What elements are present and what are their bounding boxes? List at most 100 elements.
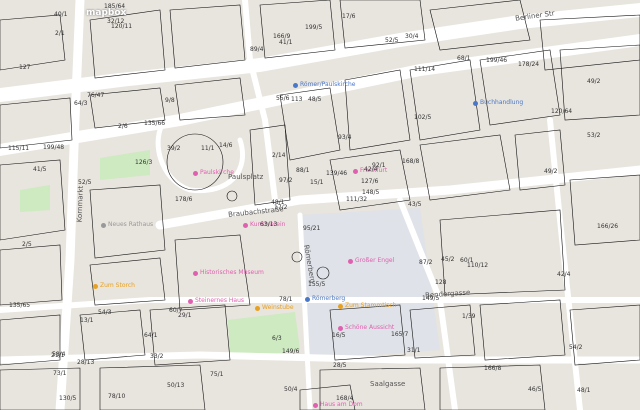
parcel-number-label: 149/6	[282, 348, 300, 355]
parcel-number-label: 14/6	[219, 142, 233, 149]
parcel-number-label: 43/5	[408, 201, 422, 208]
parcel-number-label: 40/1	[54, 11, 68, 18]
parcel-number-label: 31/1	[407, 347, 421, 354]
parcel-number-label: 199/46	[486, 57, 508, 64]
parcel-number-label: 113	[291, 96, 303, 103]
parcel-number-label: 30/4	[405, 33, 419, 40]
parcel-number-label: 60/7	[169, 307, 183, 314]
poi-pin-icon[interactable]	[305, 297, 310, 302]
parcel-number-label: 155/5	[308, 281, 326, 288]
parcel-number-label: 2/6	[118, 123, 128, 130]
parcel-number-label: 128	[435, 279, 447, 286]
poi-label[interactable]: Haus am Dom	[320, 402, 363, 408]
parcel-number-label: 178/24	[518, 61, 540, 68]
poi-pin-icon[interactable]	[193, 271, 198, 276]
poi-label[interactable]: Römerberg	[312, 296, 345, 302]
poi-pin-icon[interactable]	[473, 101, 478, 106]
parcel-number-label: 111/14	[414, 66, 436, 73]
parcel-number-label: 17/6	[342, 13, 356, 20]
parcel-number-label: 63/13	[260, 221, 278, 228]
parcel-number-label: 120/64	[551, 108, 573, 115]
poi-pin-icon[interactable]	[255, 306, 260, 311]
map-canvas[interactable]: mapbox Berliner Str Römerberg Braubachst…	[0, 0, 640, 410]
parcel-number-label: 49/2	[544, 168, 558, 175]
parcel-number-label: 199/5	[305, 24, 323, 31]
poi-label[interactable]: Historisches Museum	[200, 270, 264, 276]
poi-pin-icon[interactable]	[348, 259, 353, 264]
poi-pin-icon[interactable]	[101, 223, 106, 228]
poi-label[interactable]: Zum Storch	[100, 283, 135, 289]
parcel-number-label: 92/1	[372, 162, 386, 169]
poi-label[interactable]: Großer Engel	[355, 258, 394, 264]
parcel-number-label: 28/13	[77, 359, 95, 366]
parcel-number-label: 45/2	[441, 256, 455, 263]
parcel-number-label: 166/9	[273, 33, 291, 40]
parcel-number-label: 68/1	[457, 55, 471, 62]
parcel-number-label: 33/2	[150, 353, 164, 360]
parcel-number-label: 130/5	[59, 395, 77, 402]
poi-label[interactable]: Steinernes Haus	[195, 298, 244, 304]
parcel-number-label: 49/2	[587, 78, 601, 85]
parcel-number-label: 2/1	[55, 30, 65, 37]
parcel-number-label: 166/8	[484, 365, 502, 372]
parcel-number-label: 50/4	[284, 386, 298, 393]
parcel-number-label: 15/1	[310, 179, 324, 186]
poi-pin-icon[interactable]	[243, 223, 248, 228]
poi-pin-icon[interactable]	[313, 403, 318, 408]
parcel-number-label: 148/5	[362, 189, 380, 196]
parcel-number-label: 41/1	[279, 39, 293, 46]
parcel-number-label: 165/7	[391, 331, 409, 338]
parcel-number-label: 93/4	[338, 134, 352, 141]
parcel-number-label: 199/48	[43, 144, 65, 151]
parcel-number-label: 89/4	[250, 46, 264, 53]
parcel-number-label: 54/3	[98, 309, 112, 316]
parcel-number-label: 48/5	[308, 96, 322, 103]
parcel-number-label: 127/6	[361, 178, 379, 185]
parcel-number-label: 64/1	[144, 332, 158, 339]
parcel-number-label: 95/21	[303, 225, 321, 232]
parcel-number-label: 75/1	[210, 371, 224, 378]
parcel-number-label: 127	[19, 64, 31, 71]
parcel-number-label: 185/64	[104, 3, 126, 10]
poi-pin-icon[interactable]	[293, 83, 298, 88]
parcel-number-label: 111/32	[346, 196, 368, 203]
poi-label[interactable]: Paulskirche	[200, 170, 234, 176]
parcel-number-label: 73/1	[53, 370, 67, 377]
poi-pin-icon[interactable]	[93, 284, 98, 289]
poi-label[interactable]: Römer/Paulskirche	[300, 82, 356, 88]
poi-label[interactable]: Neues Rathaus	[108, 222, 153, 228]
parcel-number-label: 168/8	[402, 158, 420, 165]
parcel-number-label: 1/39	[462, 313, 476, 320]
poi-label[interactable]: Zum Stammtisch	[345, 303, 396, 309]
parcel-number-label: 88/1	[296, 167, 310, 174]
parcel-number-label: 9/8	[165, 97, 175, 104]
street-label-kornmarkt: Kornmarkt	[75, 185, 85, 223]
poi-pin-icon[interactable]	[338, 304, 343, 309]
poi-label[interactable]: Buchhandlung	[480, 100, 523, 106]
poi-label[interactable]: Weinstube	[262, 305, 294, 311]
parcel-number-label: 6/3	[272, 335, 282, 342]
parcel-number-label: 2/5	[22, 241, 32, 248]
poi-pin-icon[interactable]	[188, 299, 193, 304]
parcel-number-label: 42/4	[557, 271, 571, 278]
poi-pin-icon[interactable]	[193, 171, 198, 176]
parcel-number-label: 52/5	[385, 37, 399, 44]
street-label-saalgasse: Saalgasse	[370, 380, 406, 388]
parcel-number-label: 87/2	[419, 259, 433, 266]
parcel-number-label: 55/6	[276, 95, 290, 102]
parcel-number-label: 149/5	[422, 295, 440, 302]
parcel-number-label: 32/12	[107, 18, 125, 25]
poi-pin-icon[interactable]	[338, 326, 343, 331]
parcel-number-label: 139/46	[326, 170, 348, 177]
parcel-number-label: 54/2	[569, 344, 583, 351]
parcel-number-label: 2/14	[272, 152, 286, 159]
parcel-number-label: 178/6	[175, 196, 193, 203]
parcel-number-label: 11/1	[201, 145, 215, 152]
poi-label[interactable]: Schöne Aussicht	[345, 325, 394, 331]
parcel-number-label: 97/2	[279, 177, 293, 184]
parcel-number-label: 126/3	[135, 159, 153, 166]
parcel-number-label: 135/65	[9, 302, 31, 309]
poi-pin-icon[interactable]	[353, 169, 358, 174]
parcel-number-label: 168/4	[336, 395, 354, 402]
parcel-number-label: 64/3	[74, 100, 88, 107]
